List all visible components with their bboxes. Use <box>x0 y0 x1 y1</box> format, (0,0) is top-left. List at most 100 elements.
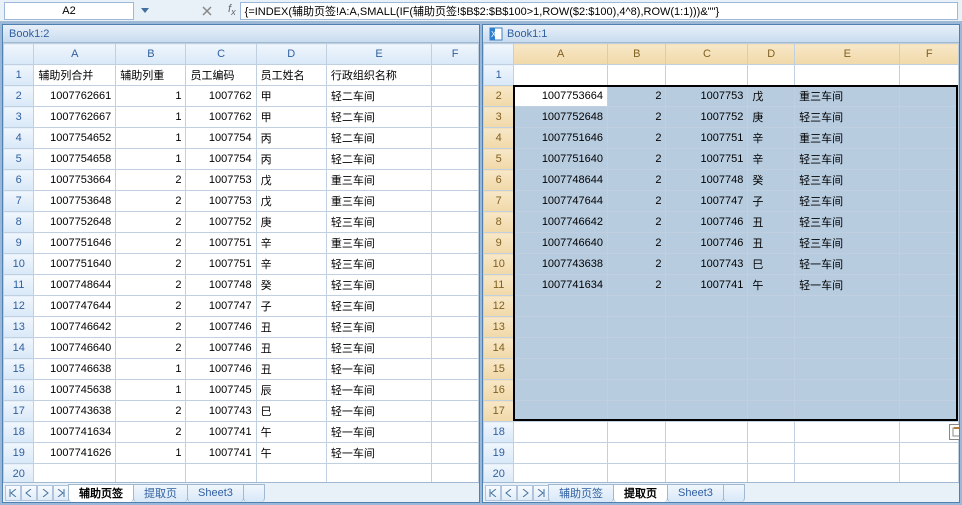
cell[interactable]: 轻一车间 <box>326 380 431 401</box>
cell[interactable] <box>326 464 431 483</box>
sheet-tab[interactable]: 辅助页签 <box>68 484 134 502</box>
cell[interactable] <box>795 464 900 483</box>
cell[interactable] <box>795 317 900 338</box>
cell[interactable]: 重三车间 <box>795 86 900 107</box>
cell[interactable]: 1007745638 <box>34 380 116 401</box>
row-header[interactable]: 18 <box>4 422 34 443</box>
cell[interactable]: 轻三车间 <box>795 233 900 254</box>
cell[interactable]: 重三车间 <box>326 233 431 254</box>
cell[interactable]: 辛 <box>256 233 326 254</box>
cell[interactable]: 2 <box>608 191 666 212</box>
cell[interactable] <box>186 464 256 483</box>
row-header[interactable]: 12 <box>484 296 514 317</box>
cell[interactable]: 轻三车间 <box>326 296 431 317</box>
tab-nav-next-icon[interactable] <box>517 485 533 501</box>
row-header[interactable]: 18 <box>484 422 514 443</box>
cell[interactable] <box>432 233 479 254</box>
row-header[interactable]: 4 <box>484 128 514 149</box>
row-header[interactable]: 7 <box>484 191 514 212</box>
cell[interactable]: 1007741 <box>666 275 748 296</box>
cell[interactable]: 轻二车间 <box>326 149 431 170</box>
cell[interactable]: 丙 <box>256 128 326 149</box>
cell[interactable]: 轻二车间 <box>326 128 431 149</box>
cell[interactable] <box>514 443 608 464</box>
tab-nav-first-icon[interactable] <box>5 485 21 501</box>
cell[interactable] <box>432 149 479 170</box>
tab-nav-next-icon[interactable] <box>37 485 53 501</box>
cell[interactable]: 1007751 <box>666 128 748 149</box>
cell[interactable]: 2 <box>608 254 666 275</box>
column-header[interactable]: F <box>432 44 479 65</box>
cell[interactable]: 丑 <box>256 317 326 338</box>
cell[interactable]: 2 <box>116 317 186 338</box>
cell[interactable] <box>900 296 959 317</box>
cell[interactable]: 1 <box>116 128 186 149</box>
cell[interactable] <box>514 464 608 483</box>
cell[interactable] <box>795 422 900 443</box>
cell[interactable] <box>432 317 479 338</box>
cell[interactable] <box>900 359 959 380</box>
cell[interactable]: 1007746642 <box>34 317 116 338</box>
cell[interactable] <box>608 338 666 359</box>
cell[interactable] <box>432 464 479 483</box>
cell[interactable]: 1007741626 <box>34 443 116 464</box>
cell[interactable]: 庚 <box>748 107 795 128</box>
cell[interactable]: 1007741634 <box>34 422 116 443</box>
cell[interactable]: 戊 <box>748 86 795 107</box>
cell[interactable] <box>608 401 666 422</box>
cell[interactable]: 丑 <box>256 359 326 380</box>
cell[interactable]: 1007746 <box>186 359 256 380</box>
cell[interactable]: 轻一车间 <box>326 401 431 422</box>
cell[interactable]: 丑 <box>256 338 326 359</box>
cell[interactable] <box>900 128 959 149</box>
cell[interactable] <box>748 296 795 317</box>
row-header[interactable]: 12 <box>4 296 34 317</box>
cell[interactable]: 1007746640 <box>34 338 116 359</box>
cell[interactable]: 1007743 <box>186 401 256 422</box>
cell[interactable]: 1007754 <box>186 128 256 149</box>
row-header[interactable]: 6 <box>4 170 34 191</box>
row-header[interactable]: 20 <box>4 464 34 483</box>
cell[interactable] <box>514 422 608 443</box>
cell[interactable]: 1007762 <box>186 107 256 128</box>
cell[interactable]: 员工姓名 <box>256 65 326 86</box>
cell[interactable] <box>900 464 959 483</box>
sheet-tab[interactable]: 提取页 <box>133 484 188 502</box>
cell[interactable]: 轻一车间 <box>795 254 900 275</box>
cell[interactable]: 1007751 <box>186 233 256 254</box>
cell[interactable]: 轻三车间 <box>795 107 900 128</box>
cell[interactable]: 员工编码 <box>186 65 256 86</box>
cell[interactable] <box>514 359 608 380</box>
cancel-formula-icon[interactable] <box>200 2 220 20</box>
cell[interactable]: 1007741 <box>186 422 256 443</box>
add-sheet-icon[interactable] <box>723 484 745 502</box>
row-header[interactable]: 5 <box>484 149 514 170</box>
cell[interactable] <box>432 212 479 233</box>
cell[interactable] <box>666 380 748 401</box>
cell[interactable]: 1007746 <box>186 338 256 359</box>
column-header[interactable]: C <box>666 44 748 65</box>
cell[interactable] <box>432 254 479 275</box>
cell[interactable] <box>795 65 900 86</box>
add-sheet-icon[interactable] <box>243 484 265 502</box>
cell[interactable] <box>432 107 479 128</box>
cell[interactable]: 重三车间 <box>795 128 900 149</box>
cell[interactable]: 1007753648 <box>34 191 116 212</box>
cell[interactable]: 1007752648 <box>34 212 116 233</box>
cell[interactable] <box>514 317 608 338</box>
row-header[interactable]: 13 <box>4 317 34 338</box>
cell[interactable]: 1007762 <box>186 86 256 107</box>
tab-nav-last-icon[interactable] <box>53 485 69 501</box>
row-header[interactable]: 4 <box>4 128 34 149</box>
cell[interactable]: 1007752 <box>186 212 256 233</box>
cell[interactable] <box>432 359 479 380</box>
cell[interactable] <box>748 464 795 483</box>
cell[interactable]: 1 <box>116 443 186 464</box>
cell[interactable]: 1007747 <box>666 191 748 212</box>
tab-nav-prev-icon[interactable] <box>21 485 37 501</box>
cell[interactable]: 轻三车间 <box>326 317 431 338</box>
column-header[interactable]: A <box>34 44 116 65</box>
cell[interactable] <box>514 65 608 86</box>
cell[interactable]: 轻一车间 <box>795 275 900 296</box>
sheet-tab[interactable]: Sheet3 <box>187 484 244 502</box>
